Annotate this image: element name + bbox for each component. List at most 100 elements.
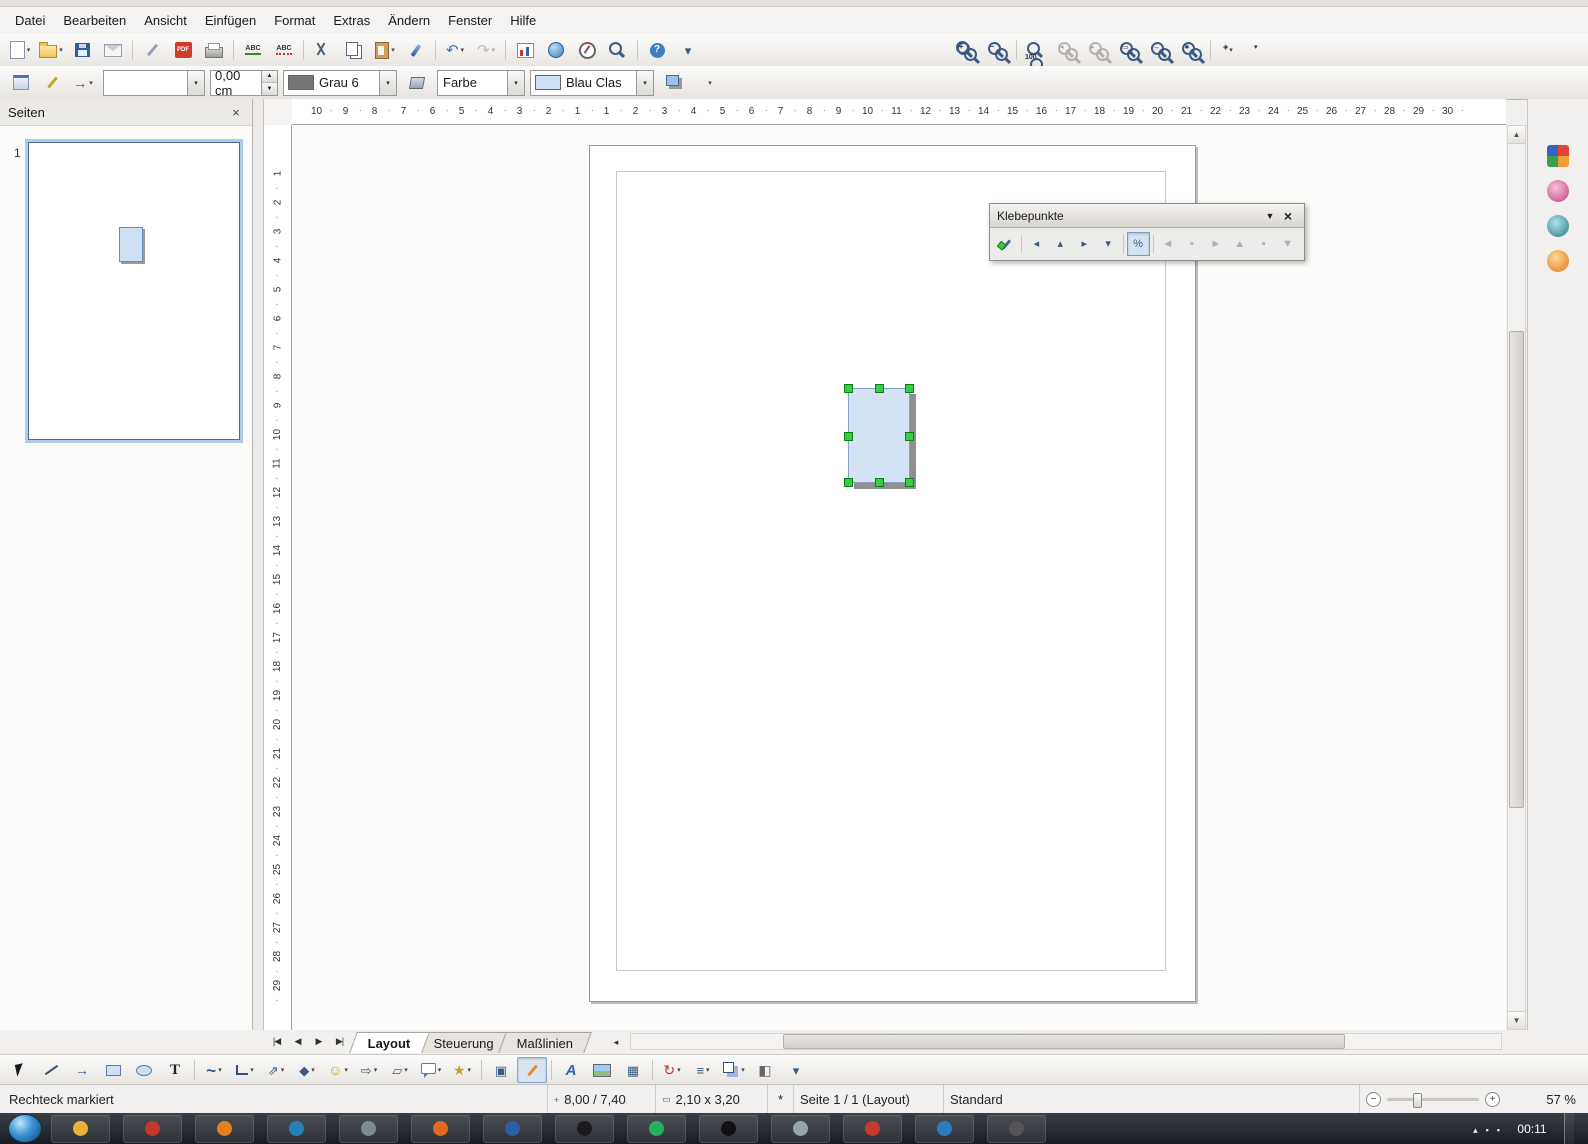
callouts-tool[interactable]: ▾ [416, 1057, 446, 1083]
autospellcheck-button[interactable]: ABC [269, 37, 299, 63]
zoombar-more-button[interactable]: ▾ [1246, 37, 1276, 63]
curve-tool[interactable]: ~▾ [199, 1057, 229, 1083]
start-button[interactable] [8, 1114, 42, 1143]
page-thumbnail[interactable] [28, 142, 240, 440]
menu-bearbeiten[interactable]: Bearbeiten [54, 9, 135, 32]
shadow-button[interactable] [659, 70, 689, 96]
area-style-button[interactable] [402, 70, 432, 96]
glue-vertical-center-button[interactable]: ▪ [1252, 232, 1275, 256]
flowchart-tool[interactable]: ▱▾ [385, 1057, 415, 1083]
zoom-optimal-button[interactable]: ∗ [1176, 37, 1206, 63]
pages-panel-close-button[interactable]: × [228, 105, 244, 120]
glue-horizontal-left-button[interactable]: ◄ [1157, 232, 1180, 256]
tab-maßlinien[interactable]: Maßlinien [498, 1032, 592, 1053]
sidebar-styles-icon[interactable] [1547, 180, 1569, 202]
line-style-select[interactable]: ▾ [103, 70, 205, 96]
selection-handle[interactable] [844, 432, 853, 441]
taskbar-app-10[interactable] [699, 1115, 758, 1143]
vertical-ruler[interactable]: 1234567891011121314151617181920212223242… [264, 125, 292, 1030]
line-dialog-button[interactable] [6, 70, 36, 96]
sidebar-navigator-icon[interactable] [1547, 215, 1569, 237]
block-arrows-tool[interactable]: ⇨▾ [354, 1057, 384, 1083]
zoom-previous-button[interactable]: ◂ [1052, 37, 1082, 63]
selected-rectangle[interactable] [848, 388, 910, 483]
pen-button[interactable] [37, 70, 67, 96]
page-style[interactable]: Standard [944, 1085, 1360, 1114]
tab-layout[interactable]: Layout [349, 1032, 429, 1053]
zoom-percentage[interactable]: 57 % [1530, 1085, 1588, 1114]
zoom-next-button[interactable]: ▸ [1083, 37, 1113, 63]
scroll-down-icon[interactable]: ▼ [1508, 1011, 1525, 1029]
taskbar-app-6[interactable] [411, 1115, 470, 1143]
open-button[interactable]: ▾ [36, 37, 66, 63]
fontwork-button[interactable]: A [556, 1057, 586, 1083]
selection-handle[interactable] [905, 478, 914, 487]
hyperlink-button[interactable] [541, 37, 571, 63]
zoom-page-width-button[interactable]: ↔ [1145, 37, 1175, 63]
menu-format[interactable]: Format [265, 9, 324, 32]
spin-up-icon[interactable]: ▲ [262, 71, 277, 84]
zoom-in-button[interactable]: + [951, 37, 981, 63]
chart-button[interactable] [510, 37, 540, 63]
rectangle-tool[interactable] [98, 1057, 128, 1083]
gluepoints-toolbar-titlebar[interactable]: Klebepunkte ▼ × [990, 204, 1304, 228]
ellipse-tool[interactable] [129, 1057, 159, 1083]
connector-tool[interactable]: ▾ [230, 1057, 260, 1083]
fill-type-select[interactable]: Farbe ▾ [437, 70, 525, 96]
next-page-button[interactable]: ▶ [308, 1032, 329, 1051]
zoom-page-button[interactable]: ▭ [1114, 37, 1144, 63]
document-page[interactable] [589, 145, 1196, 1002]
tray-icon-1[interactable]: ▪ [1486, 1121, 1489, 1136]
extrusion-button[interactable]: ◧ [750, 1057, 780, 1083]
selection-handle[interactable] [905, 384, 914, 393]
chevron-down-icon[interactable]: ▾ [187, 71, 204, 95]
menu-extras[interactable]: Extras [324, 9, 379, 32]
glue-horizontal-right-button[interactable]: ► [1204, 232, 1227, 256]
fill-color-select[interactable]: Blau Clas ▾ [530, 70, 654, 96]
arrange-button[interactable]: ▾ [719, 1057, 749, 1083]
clone-formatting-button[interactable] [401, 37, 431, 63]
previous-page-button[interactable]: ◀ [287, 1032, 308, 1051]
last-page-button[interactable]: ▶| [329, 1032, 350, 1051]
taskbar-app-14[interactable] [987, 1115, 1046, 1143]
glue-vertical-bottom-button[interactable]: ▼ [1276, 232, 1299, 256]
panel-splitter[interactable] [253, 99, 264, 1030]
linefill-more-button[interactable]: ▾ [694, 70, 724, 96]
vertical-scrollbar-thumb[interactable] [1509, 331, 1524, 808]
symbol-shapes-tool[interactable]: ☺▾ [323, 1057, 353, 1083]
save-button[interactable] [67, 37, 97, 63]
selection-handle[interactable] [844, 478, 853, 487]
chevron-down-icon[interactable]: ▾ [636, 71, 653, 95]
line-width-input[interactable]: 0,00 cm ▲ ▼ [210, 70, 278, 96]
chevron-down-icon[interactable]: ▾ [379, 71, 396, 95]
glue-vertical-top-button[interactable]: ▲ [1228, 232, 1251, 256]
standard-more-button[interactable]: ▾ [673, 37, 703, 63]
tab-scroll-left-button[interactable]: ◂ [608, 1034, 624, 1050]
menu-ändern[interactable]: Ändern [379, 9, 439, 32]
taskbar-app-13[interactable] [915, 1115, 974, 1143]
taskbar-app-9[interactable] [627, 1115, 686, 1143]
cut-button[interactable] [308, 37, 338, 63]
drawbar-more-button[interactable]: ▾ [781, 1057, 811, 1083]
shape-fill[interactable] [848, 388, 910, 483]
horizontal-scrollbar-thumb[interactable] [783, 1034, 1345, 1049]
taskbar-app-4[interactable] [267, 1115, 326, 1143]
redo-button[interactable]: ↷▾ [471, 37, 501, 63]
exit-direction-bottom-button[interactable]: ▾ [1097, 232, 1120, 256]
text-tool[interactable]: T [160, 1057, 190, 1083]
glue-horizontal-center-button[interactable]: ▪ [1180, 232, 1203, 256]
alignment-button[interactable]: ≡▾ [688, 1057, 718, 1083]
canvas[interactable]: Klebepunkte ▼ × ◂▴▸▾%◄▪►▲▪▼ [292, 125, 1506, 1030]
zoom-slider[interactable] [1387, 1098, 1479, 1101]
exit-direction-left-button[interactable]: ◂ [1025, 232, 1048, 256]
menu-einfügen[interactable]: Einfügen [196, 9, 265, 32]
zoom-slider-thumb[interactable] [1413, 1093, 1422, 1108]
copy-button[interactable] [339, 37, 369, 63]
from-file-button[interactable] [587, 1057, 617, 1083]
gluepoints-close-button[interactable]: × [1279, 207, 1297, 224]
edit-file-button[interactable] [137, 37, 167, 63]
zoom-out-control[interactable]: − [1366, 1092, 1381, 1107]
line-color-select[interactable]: Grau 6 ▾ [283, 70, 397, 96]
sidebar-tasks-icon[interactable] [1547, 250, 1569, 272]
edit-points-tool[interactable]: ▣ [486, 1057, 516, 1083]
